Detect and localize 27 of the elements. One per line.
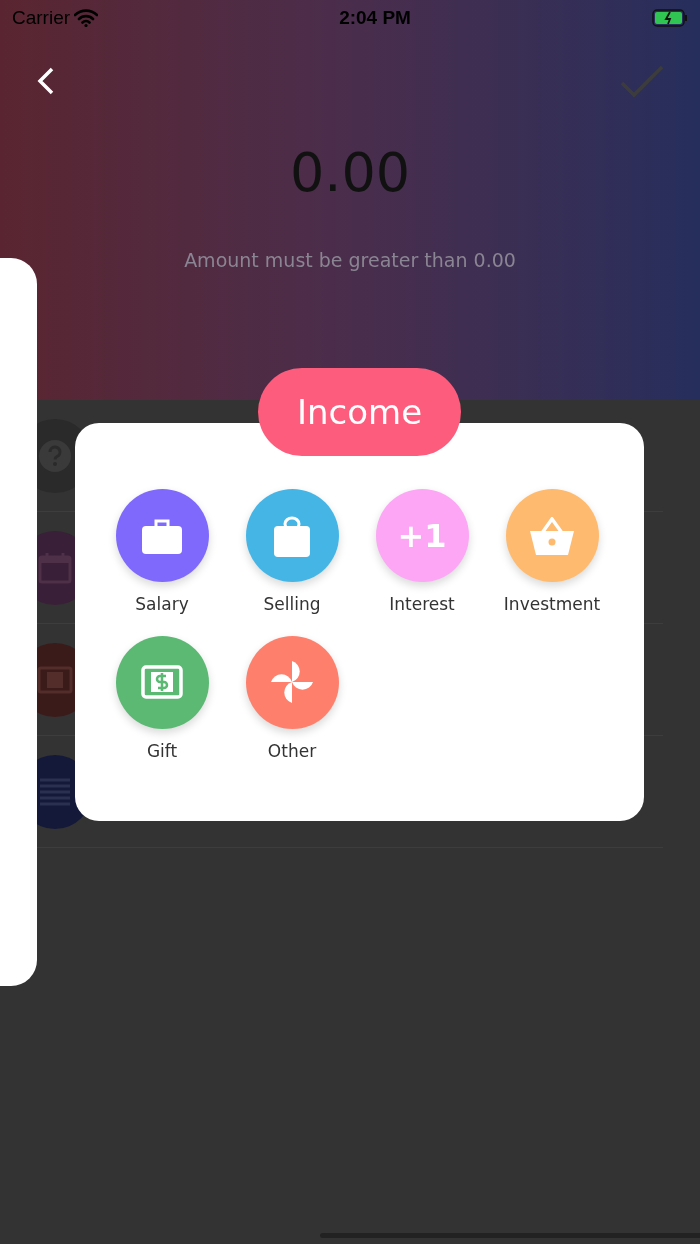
category-button[interactable]: +1 <box>375 489 469 582</box>
category-button[interactable] <box>115 635 209 729</box>
briefcase-icon <box>142 517 182 554</box>
amount-value: 0.00 <box>289 146 411 200</box>
popup-title: Income <box>258 368 461 456</box>
category-label: Interest <box>389 593 455 616</box>
category-label: Other <box>267 739 317 763</box>
wifi-icon <box>74 9 99 27</box>
status-time: 2:04 PM <box>339 5 411 30</box>
checkmark-icon[interactable] <box>620 65 664 97</box>
shopping-bag-icon <box>274 514 310 557</box>
category-button[interactable] <box>115 489 209 582</box>
pinwheel-icon <box>269 659 315 705</box>
plus-one-icon: +1 <box>397 519 447 552</box>
category-button[interactable] <box>245 635 339 729</box>
money-bill-icon <box>141 665 183 699</box>
category-label: Salary <box>135 593 189 616</box>
basket-icon <box>530 516 574 555</box>
carrier-label: Carrier <box>12 5 71 30</box>
category-label: Selling <box>263 593 321 616</box>
amount-hint: Amount must be greater than 0.00 <box>184 248 516 273</box>
battery-icon <box>652 9 688 27</box>
category-label: Gift <box>146 739 178 763</box>
category-button[interactable] <box>245 489 339 582</box>
back-icon[interactable] <box>36 66 56 96</box>
category-button[interactable] <box>505 489 599 582</box>
category-label: Investment <box>503 593 601 616</box>
